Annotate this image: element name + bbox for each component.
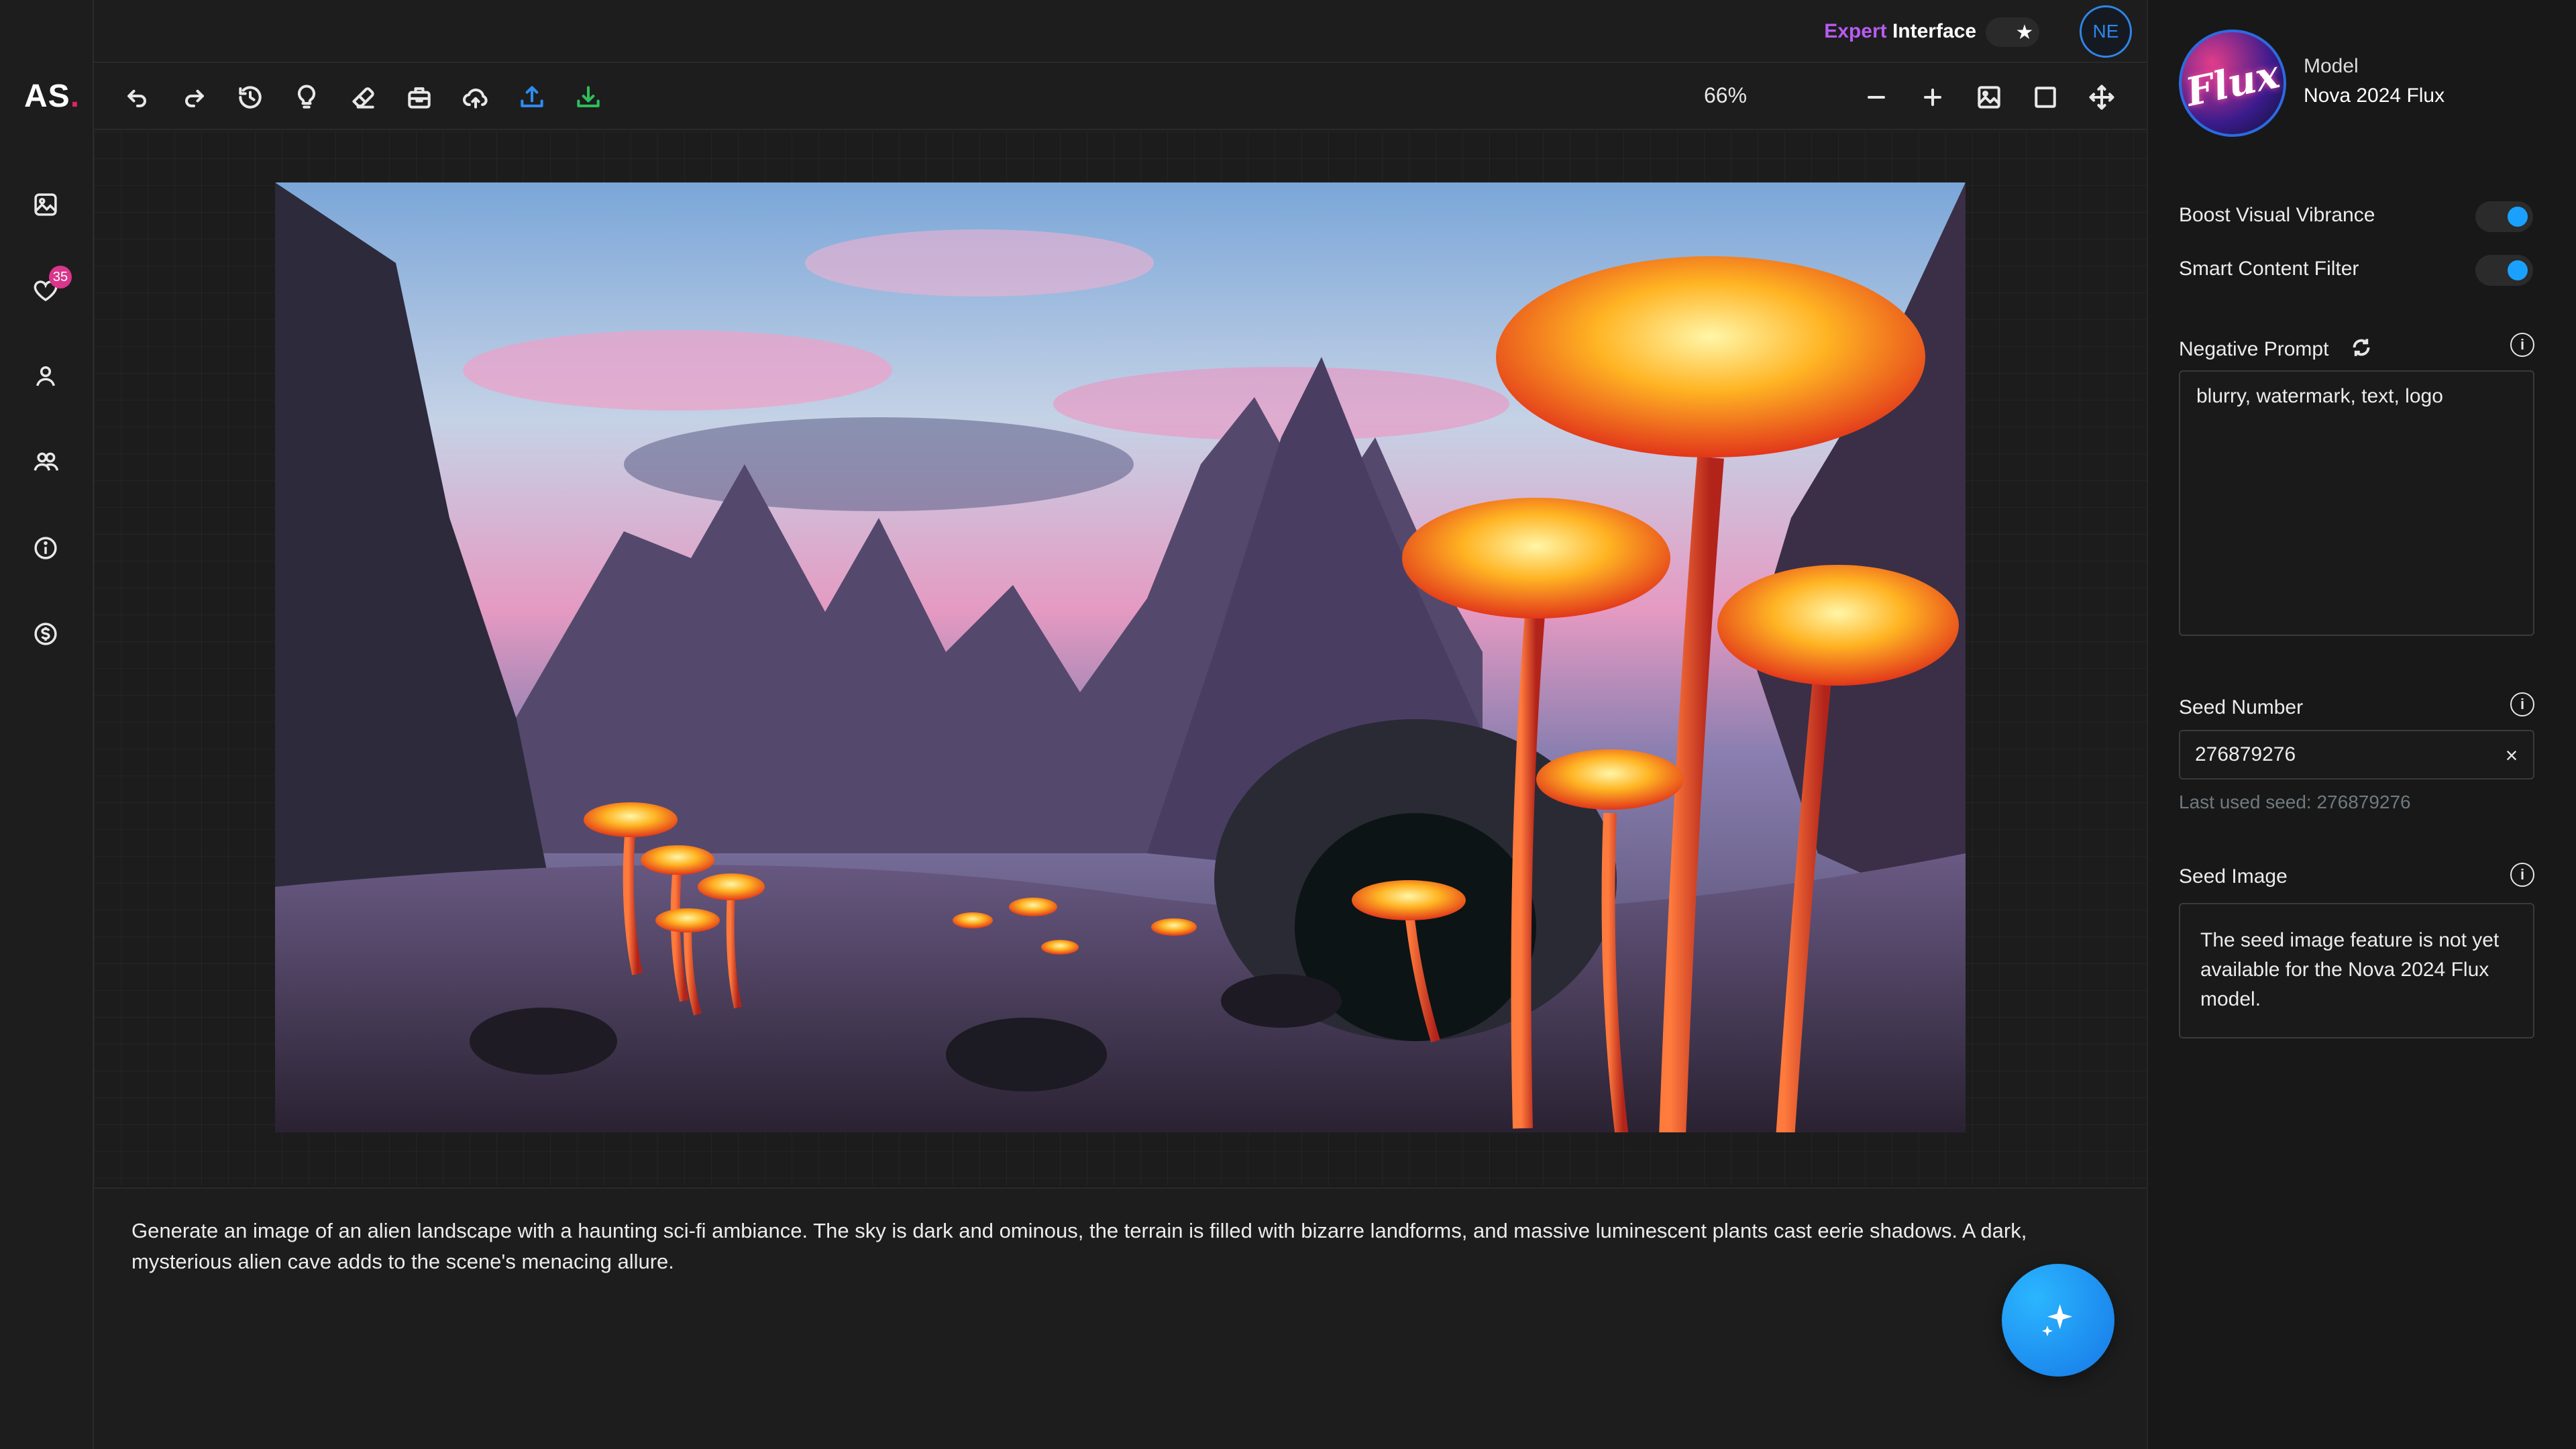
seed-number-input[interactable]: [2195, 743, 2490, 766]
star-icon: ★: [2012, 20, 2037, 44]
boost-vibrance-label: Boost Visual Vibrance: [2179, 204, 2375, 226]
model-name[interactable]: Nova 2024 Flux: [2304, 85, 2445, 107]
info-icon[interactable]: i: [2510, 863, 2534, 887]
negative-prompt-label: Negative Prompt: [2179, 338, 2329, 360]
cloud-upload-icon[interactable]: [458, 79, 494, 115]
heart-icon[interactable]: 35: [30, 266, 72, 306]
seed-number-label: Seed Number: [2179, 696, 2304, 718]
interface-mode-toggle[interactable]: ★: [1986, 17, 2039, 47]
reset-icon[interactable]: [2349, 335, 2376, 362]
briefcase-icon[interactable]: [401, 79, 437, 115]
editor-toolbar: [94, 64, 2147, 130]
prompt-panel: Generate an image of an alien landscape …: [94, 1187, 2147, 1449]
seed-number-field: ×: [2179, 730, 2534, 780]
prompt-input[interactable]: Generate an image of an alien landscape …: [131, 1216, 2037, 1277]
download-icon[interactable]: [570, 79, 606, 115]
lightbulb-icon[interactable]: [288, 79, 325, 115]
user-avatar[interactable]: NE: [2080, 5, 2132, 58]
model-logo[interactable]: Flux: [2179, 30, 2286, 137]
generated-image[interactable]: [275, 182, 1966, 1132]
undo-icon[interactable]: [119, 79, 156, 115]
clear-icon[interactable]: ×: [2500, 743, 2524, 767]
eraser-icon[interactable]: [345, 79, 381, 115]
negative-prompt-input[interactable]: blurry, watermark, text, logo: [2179, 370, 2534, 636]
zoom-out-icon[interactable]: [1858, 79, 1894, 115]
seed-image-label: Seed Image: [2179, 865, 2288, 888]
seed-image-notice: The seed image feature is not yet availa…: [2179, 903, 2534, 1038]
content-filter-toggle[interactable]: [2475, 255, 2533, 286]
content-filter-label: Smart Content Filter: [2179, 258, 2359, 280]
interface-mode-label: Expert Interface: [1824, 20, 1976, 42]
zoom-in-icon[interactable]: [1915, 79, 1951, 115]
dollar-icon[interactable]: [30, 619, 61, 649]
info-icon[interactable]: i: [2510, 692, 2534, 716]
image-canvas[interactable]: [94, 131, 2147, 1186]
history-icon[interactable]: [232, 79, 268, 115]
generate-button[interactable]: [2002, 1264, 2114, 1377]
zoom-level: 66%: [1704, 83, 1748, 107]
left-sidebar: AS. 35: [0, 0, 94, 1449]
move-icon[interactable]: [2084, 79, 2120, 115]
boost-vibrance-toggle[interactable]: [2475, 201, 2533, 232]
settings-panel: Flux Model Nova 2024 Flux Boost Visual V…: [2147, 0, 2576, 1449]
user-icon[interactable]: [30, 361, 61, 392]
upload-icon[interactable]: [514, 79, 550, 115]
model-caption: Model: [2304, 55, 2359, 77]
last-used-seed: Last used seed: 276879276: [2179, 792, 2411, 812]
top-bar: Expert Interface ★ NE: [94, 0, 2147, 63]
gallery-icon[interactable]: [30, 189, 61, 220]
sparkle-icon: [2042, 1304, 2073, 1336]
redo-icon[interactable]: [176, 79, 212, 115]
info-icon[interactable]: [30, 533, 61, 564]
image-icon[interactable]: [1971, 79, 2007, 115]
info-icon[interactable]: i: [2510, 333, 2534, 357]
users-icon[interactable]: [30, 447, 61, 478]
app-logo[interactable]: AS.: [24, 78, 80, 115]
square-icon[interactable]: [2027, 79, 2063, 115]
favorites-badge: 35: [49, 266, 72, 288]
